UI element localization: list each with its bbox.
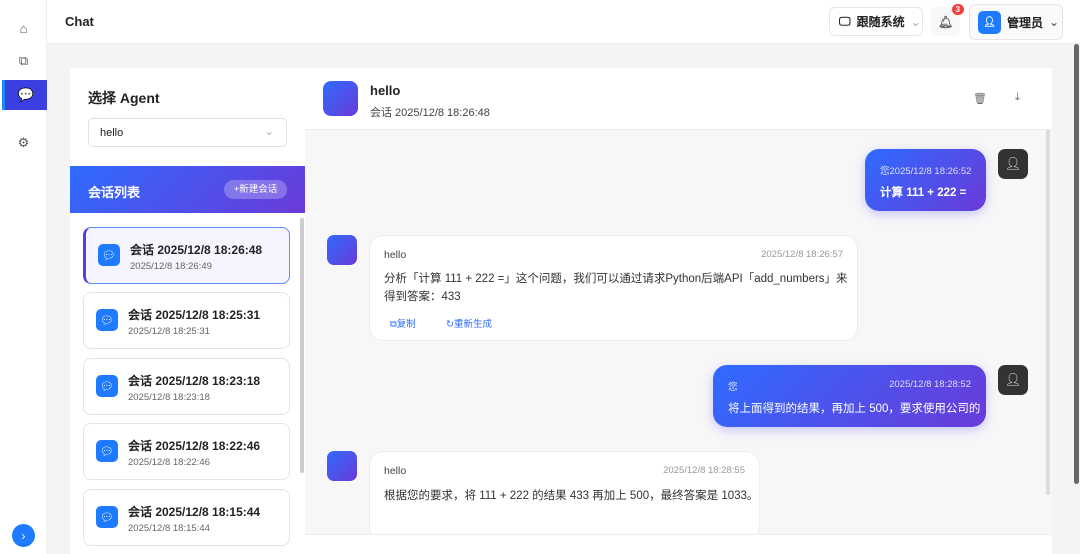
expand-button[interactable]: › bbox=[12, 524, 35, 547]
download-icon[interactable]: ⤓ bbox=[1015, 91, 1020, 104]
user-message: 您 2025/12/8 18:28:52 将上面得到的结果，再加上 500，要求… bbox=[713, 365, 986, 427]
chat-icon: 💬︎ bbox=[96, 375, 118, 397]
notification-button[interactable]: 🔔︎ 3 bbox=[931, 4, 964, 36]
chat-icon: 💬︎ bbox=[96, 309, 118, 331]
trash-icon[interactable]: 🗑︎ bbox=[973, 92, 987, 105]
chat-icon: 💬︎ bbox=[96, 506, 118, 528]
agent-select[interactable]: hello ⌄ bbox=[88, 118, 287, 147]
chat-title: hello bbox=[370, 83, 401, 98]
session-item[interactable]: 💬︎ 会话 2025/12/8 18:26:48 2025/12/8 18:26:4… bbox=[83, 227, 290, 284]
session-list-header: 会话列表 +新建会话 bbox=[70, 166, 305, 213]
page-scrollbar[interactable] bbox=[1074, 44, 1079, 484]
chevron-down-icon: ⌄ bbox=[1049, 15, 1060, 29]
session-item[interactable]: 💬︎ 会话 2025/12/8 18:25:31 2025/12/8 18:25:3… bbox=[83, 292, 290, 349]
theme-select[interactable]: 🖵 跟随系统 ⌄ bbox=[829, 7, 923, 36]
user-message: 您2025/12/8 18:26:52 计算 111 + 222 = bbox=[865, 149, 986, 211]
agent-avatar bbox=[327, 451, 357, 481]
chevron-down-icon: ⌄ bbox=[910, 14, 921, 29]
agent-avatar bbox=[327, 235, 357, 265]
copy-button[interactable]: ⧉复制 bbox=[390, 316, 416, 330]
session-item[interactable]: 💬︎ 会话 2025/12/8 18:15:44 2025/12/8 18:15:4… bbox=[83, 489, 290, 546]
chat-header: hello 会话 2025/12/8 18:26:48 🗑︎ ⤓ bbox=[305, 68, 1052, 130]
regenerate-button[interactable]: ↻重新生成 bbox=[446, 316, 492, 330]
avatar: 👤︎ bbox=[978, 10, 1001, 34]
agent-value: hello bbox=[100, 127, 124, 139]
monitor-icon: 🖵 bbox=[839, 14, 851, 28]
gear-icon[interactable]: ⚙ bbox=[0, 128, 47, 158]
home-icon[interactable]: ⌂ bbox=[0, 13, 47, 43]
bell-icon: 🔔︎ bbox=[937, 14, 954, 29]
user-avatar: 👤︎ bbox=[998, 365, 1028, 395]
chat-icon: 💬︎ bbox=[96, 440, 118, 462]
chat-subtitle: 会话 2025/12/8 18:26:48 bbox=[370, 107, 490, 119]
scrollbar[interactable] bbox=[300, 218, 304, 473]
session-item[interactable]: 💬︎ 会话 2025/12/8 18:22:46 2025/12/8 18:22:4… bbox=[83, 423, 290, 480]
user-avatar: 👤︎ bbox=[998, 149, 1028, 179]
left-nav: ⌂ ⧉ 💬 ⚙ › bbox=[0, 0, 47, 554]
assistant-message: hello 2025/12/8 18:28:55 根据您的要求，将 111 + … bbox=[369, 451, 760, 541]
agent-title: 选择 Agent bbox=[88, 90, 160, 106]
notification-badge: 3 bbox=[951, 4, 964, 15]
top-bar: Chat 🖵 跟随系统 ⌄ 🔔︎ 3 👤︎ 管理员 ⌄ bbox=[47, 0, 1080, 44]
chats-icon[interactable]: ⧉ bbox=[0, 46, 47, 76]
agent-avatar bbox=[323, 81, 358, 116]
chat-icon[interactable]: 💬 bbox=[2, 80, 47, 110]
user-menu[interactable]: 👤︎ 管理员 ⌄ bbox=[969, 4, 1063, 40]
session-item[interactable]: 💬︎ 会话 2025/12/8 18:23:18 2025/12/8 18:23:1… bbox=[83, 358, 290, 415]
assistant-message: hello 2025/12/8 18:26:57 分析「计算 111 + 222… bbox=[369, 235, 858, 341]
chevron-down-icon: ⌄ bbox=[264, 126, 274, 138]
chat-icon: 💬︎ bbox=[98, 244, 120, 266]
session-list-title: 会话列表 bbox=[88, 185, 141, 200]
scrollbar[interactable] bbox=[1046, 130, 1050, 495]
input-area[interactable] bbox=[305, 534, 1052, 554]
session-panel: 选择 Agent hello ⌄ 会话列表 +新建会话 💬︎ 会话 2025/12/… bbox=[70, 68, 305, 554]
page-title: Chat bbox=[65, 14, 94, 29]
new-session-button[interactable]: +新建会话 bbox=[224, 180, 287, 199]
chat-panel: hello 会话 2025/12/8 18:26:48 🗑︎ ⤓ 您2025/1… bbox=[305, 68, 1052, 554]
